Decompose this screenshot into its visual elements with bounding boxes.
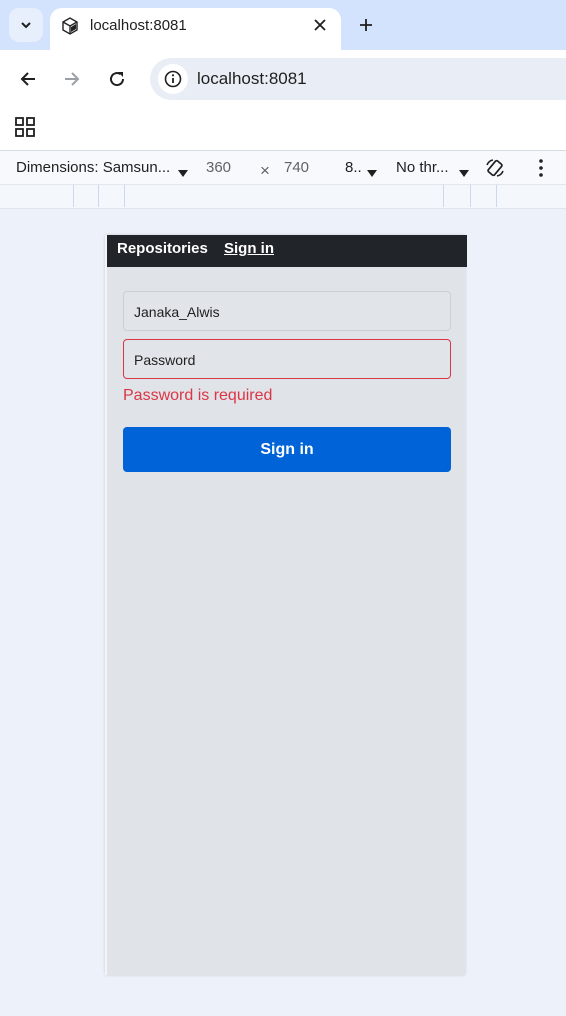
zoom-select[interactable]: 8.. (345, 159, 362, 176)
zoom-label: 8.. (345, 159, 362, 176)
reload-button[interactable] (103, 65, 131, 93)
device-toolbar: Dimensions: Samsun... 360 × 740 8.. No t… (0, 150, 566, 185)
new-tab-button[interactable] (352, 11, 380, 39)
close-icon (314, 19, 326, 31)
cube-favicon-icon (62, 17, 78, 35)
password-input[interactable]: Password (123, 339, 451, 379)
rotate-icon[interactable] (484, 157, 506, 179)
nav-signin-link[interactable]: Sign in (224, 240, 274, 257)
plus-icon (360, 19, 372, 31)
nav-repositories-link[interactable]: Repositories (117, 240, 208, 257)
device-dimensions-label: Dimensions: Samsun... (16, 159, 171, 176)
dimensions-dropdown-icon[interactable] (178, 164, 188, 181)
app-navbar: Repositories Sign in (107, 235, 467, 267)
arrow-right-icon (65, 72, 80, 86)
browser-tab[interactable]: localhost:8081 (50, 8, 341, 50)
throttle-dropdown-icon[interactable] (459, 164, 469, 181)
signin-button[interactable]: Sign in (123, 427, 451, 472)
media-query-ruler[interactable] (0, 185, 566, 209)
more-options-icon[interactable] (537, 158, 545, 178)
device-viewport: Repositories Sign in Janaka_Alwis Passwo… (105, 235, 467, 975)
info-icon (164, 70, 182, 88)
tab-close-button[interactable] (309, 14, 331, 36)
bookmarks-bar (0, 108, 566, 150)
viewport-width-input[interactable]: 360 (206, 159, 231, 176)
url-text: localhost:8081 (197, 69, 307, 88)
device-dimensions-select[interactable]: Dimensions: Samsun... (16, 159, 170, 176)
address-bar[interactable]: localhost:8081 (150, 58, 566, 100)
username-input[interactable]: Janaka_Alwis (123, 291, 451, 331)
reload-icon (110, 72, 125, 87)
browser-toolbar: localhost:8081 (0, 50, 566, 108)
password-error-message: Password is required (123, 387, 273, 404)
chevron-down-icon (21, 22, 31, 29)
site-info-button[interactable] (158, 64, 188, 94)
tab-title: localhost:8081 (90, 17, 187, 34)
forward-button[interactable] (58, 65, 86, 93)
tab-search-button[interactable] (9, 8, 43, 42)
throttle-select[interactable]: No thr... (396, 159, 449, 176)
apps-grid-icon[interactable] (14, 116, 36, 138)
zoom-dropdown-icon[interactable] (367, 164, 377, 181)
throttle-label: No thr... (396, 159, 449, 176)
dimension-times-sign: × (260, 161, 270, 180)
tab-strip: localhost:8081 (0, 0, 566, 50)
back-button[interactable] (14, 65, 42, 93)
viewport-height-input[interactable]: 740 (284, 159, 309, 176)
arrow-left-icon (20, 72, 35, 86)
